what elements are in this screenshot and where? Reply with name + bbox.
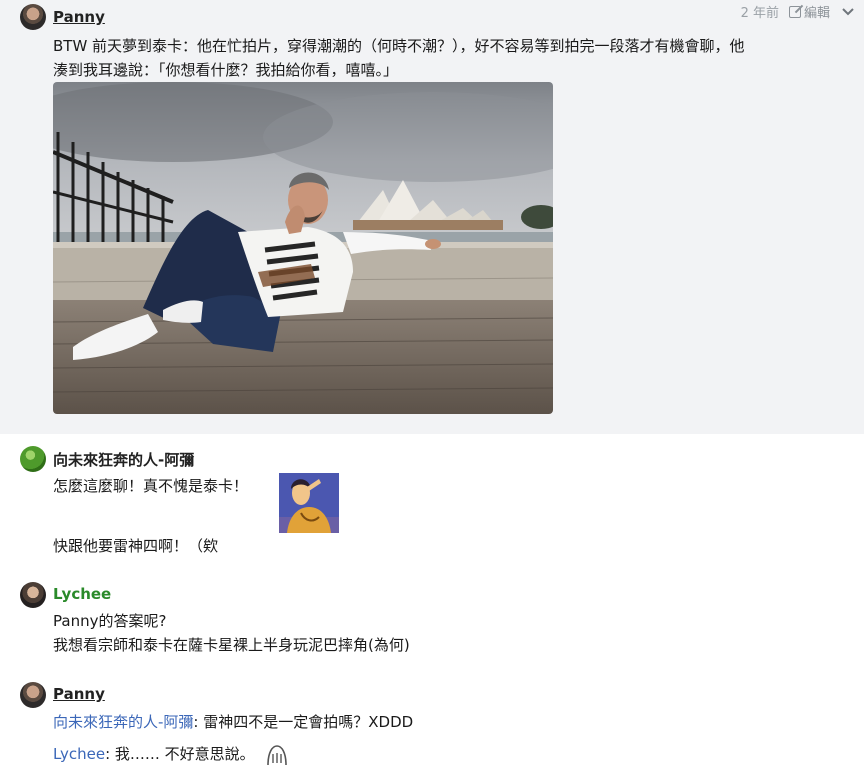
timestamp: 2 年前 [740, 6, 779, 21]
post-text-line: BTW 前天夢到泰卡：他在忙拍片，穿得潮潮的（何時不潮？），好不容易等到拍完一段… [53, 37, 745, 55]
avatar[interactable] [20, 4, 46, 30]
reply-text: : 雷神四不是一定會拍嗎？XDDD [193, 713, 414, 731]
reply-text: : 我…… 不好意思說。 [105, 745, 255, 763]
author-name[interactable]: 向未來狂奔的人-阿彌 [53, 449, 194, 470]
comment-text: Lychee: 我…… 不好意思說。 [53, 742, 289, 767]
post-text-line: 湊到我耳邊說：「你想看什麼？我拍給你看，嘻嘻。」 [53, 61, 399, 79]
author-name[interactable]: Panny [53, 8, 105, 26]
mention-link[interactable]: Lychee [53, 745, 105, 763]
avatar[interactable] [20, 582, 46, 608]
edit-label: 編輯 [803, 6, 830, 21]
comment-text: 向未來狂奔的人-阿彌: 雷神四不是一定會拍嗎？XDDD [53, 710, 413, 734]
post-photo[interactable] [53, 82, 553, 414]
post-main: Panny 2 年前 編輯 BTW 前天夢到泰卡：他在忙拍片，穿得潮潮的（何時不… [0, 0, 864, 434]
post-meta: 2 年前 編輯 [741, 2, 856, 21]
comment-text: Panny的答案呢? [53, 612, 167, 630]
edit-button[interactable]: 編輯 [788, 2, 830, 21]
author-name[interactable]: Panny [53, 685, 105, 703]
shy-face-icon [267, 744, 288, 765]
avatar[interactable] [20, 682, 46, 708]
avatar[interactable] [20, 446, 46, 472]
edit-icon [788, 5, 801, 18]
comment-text: 我想看宗師和泰卡在薩卡星裸上半身玩泥巴摔角(為何) [53, 636, 410, 654]
comment-text: 快跟他要雷神四啊！（欸 [53, 537, 219, 555]
mention-link[interactable]: 向未來狂奔的人-阿彌 [53, 713, 193, 731]
sticker-image [279, 473, 339, 533]
chevron-down-icon[interactable] [840, 4, 856, 20]
author-name[interactable]: Lychee [53, 585, 111, 603]
comment-text: 怎麼這麼聊！真不愧是泰卡！ [53, 477, 249, 495]
